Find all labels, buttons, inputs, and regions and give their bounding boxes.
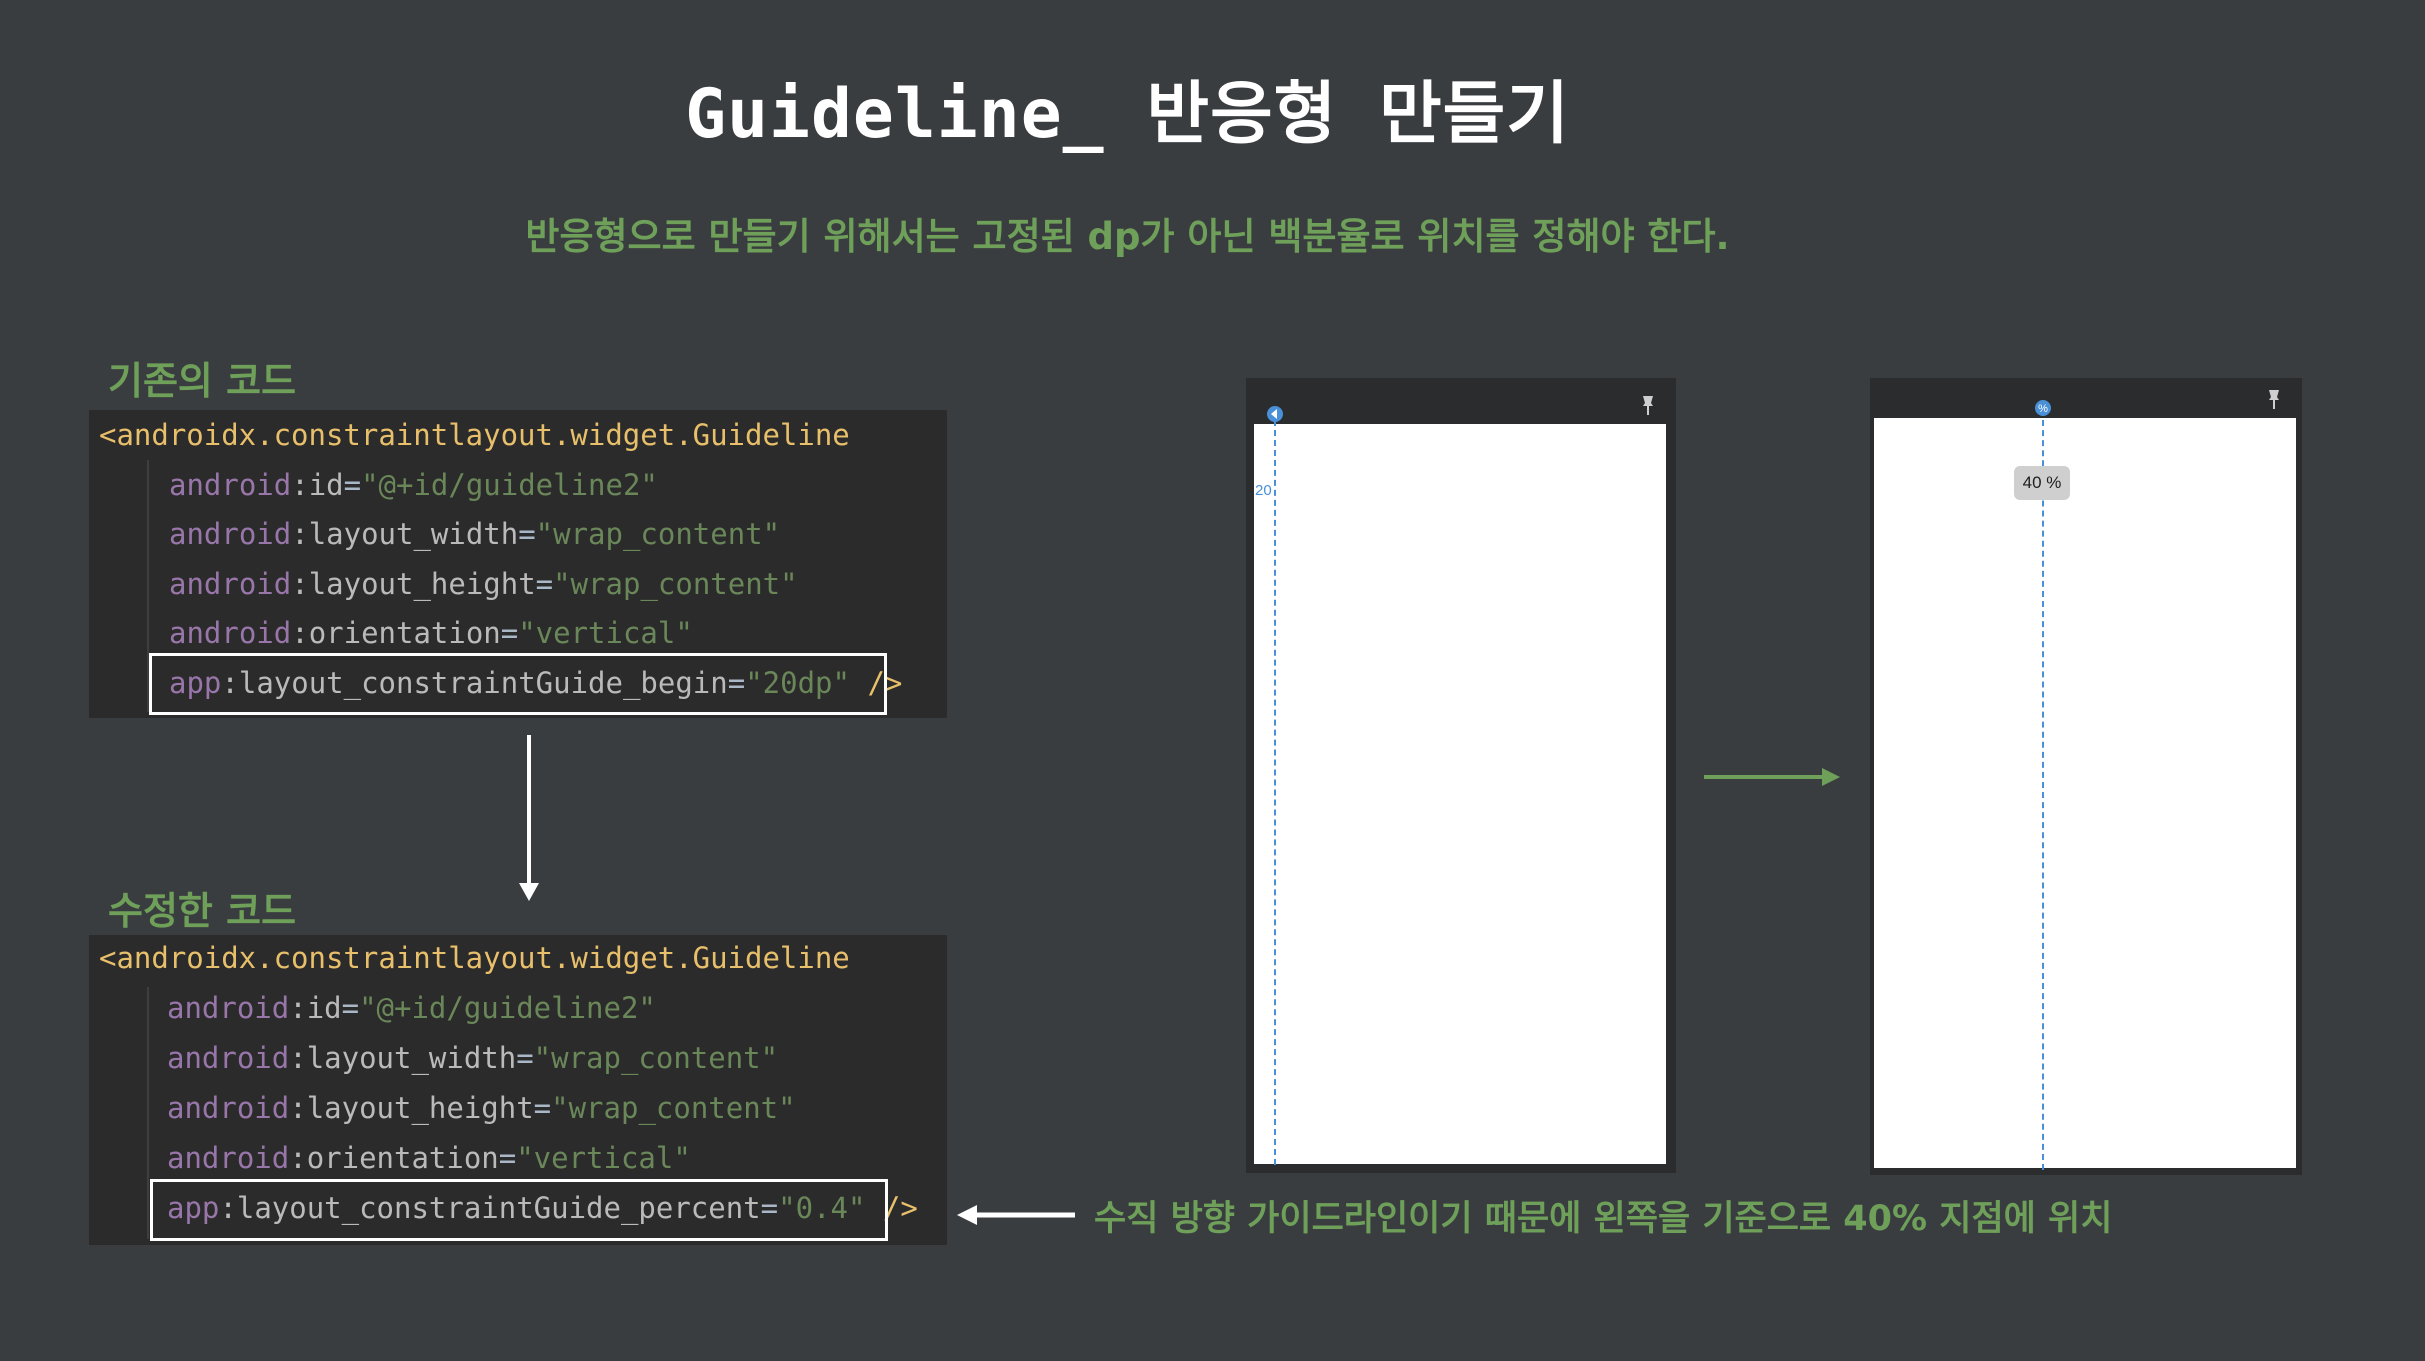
code-line: android:layout_height="wrap_content" [167, 1091, 796, 1125]
preview-screen [1254, 424, 1666, 1164]
highlight-box [150, 1179, 888, 1241]
percent-circle-icon: % [2035, 400, 2051, 416]
explanation-note: 수직 방향 가이드라인이기 때문에 왼쪽을 기준으로 40% 지점에 위치 [1094, 1199, 2113, 1239]
code-line: android:orientation="vertical" [169, 616, 693, 650]
arrow-left-icon [957, 1205, 1075, 1225]
offset-label: 20 [1255, 482, 1272, 499]
percent-badge: 40 % [2014, 466, 2070, 500]
highlight-box [149, 653, 887, 715]
page-subtitle: 반응형으로 만들기 위해서는 고정된 dp가 아닌 백분율로 위치를 정해야 한… [525, 215, 1730, 258]
page-title: Guideline_ 반응형 만들기 [685, 75, 1570, 154]
code-line: android:layout_height="wrap_content" [169, 567, 798, 601]
arrow-right-icon [1704, 768, 1840, 786]
pin-icon [1643, 396, 1653, 415]
preview-before: 20 [1246, 378, 1676, 1173]
indent-guide [147, 987, 149, 1239]
arrow-down-icon [519, 735, 539, 901]
preview-screen [1874, 418, 2296, 1168]
before-code-label: 기존의 코드 [108, 359, 297, 403]
code-line: android:layout_width="wrap_content" [169, 517, 781, 551]
code-line: android:id="@+id/guideline2" [169, 468, 658, 502]
code-line: android:orientation="vertical" [167, 1141, 691, 1175]
guideline-before [1274, 420, 1276, 1165]
after-code-label: 수정한 코드 [108, 889, 297, 933]
after-code-panel: <androidx.constraintlayout.widget.Guidel… [89, 935, 947, 1245]
pin-icon [2269, 390, 2279, 409]
guideline-after [2042, 410, 2044, 1170]
before-code-panel: <androidx.constraintlayout.widget.Guidel… [89, 410, 947, 718]
code-line: android:id="@+id/guideline2" [167, 991, 656, 1025]
preview-after: % 40 % [1870, 378, 2302, 1175]
code-open-tag: <androidx.constraintlayout.widget.Guidel… [99, 418, 850, 452]
code-line: android:layout_width="wrap_content" [167, 1041, 779, 1075]
code-open-tag: <androidx.constraintlayout.widget.Guidel… [99, 941, 850, 975]
svg-text:%: % [2038, 403, 2048, 415]
